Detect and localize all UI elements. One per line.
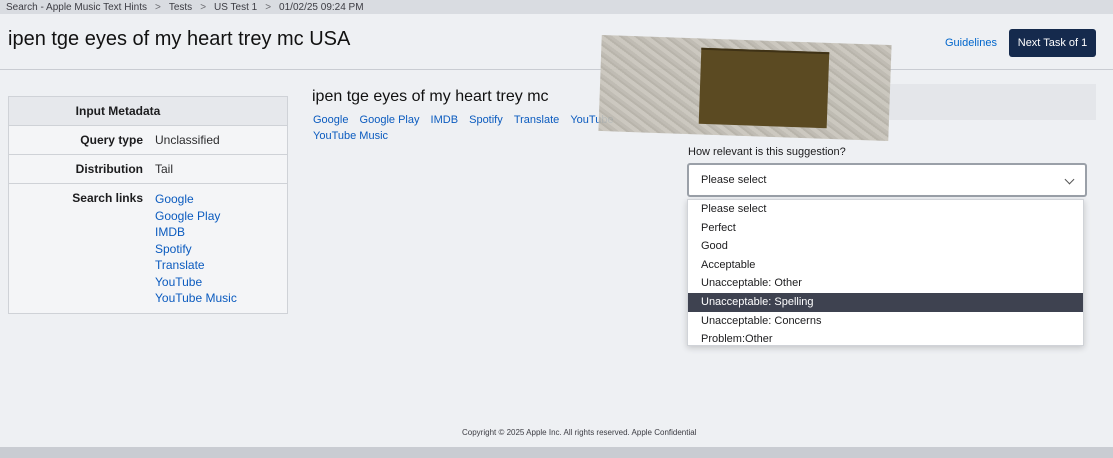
option-unacceptable-concerns[interactable]: Unacceptable: Concerns xyxy=(688,312,1083,331)
metadata-value: Unclassified xyxy=(155,133,220,147)
metadata-key: Search links xyxy=(72,191,143,205)
search-link-spotify[interactable]: Spotify xyxy=(155,241,237,258)
next-task-button[interactable]: Next Task of 1 xyxy=(1009,29,1096,57)
search-link-google-play[interactable]: Google Play xyxy=(155,208,237,225)
chevron-down-icon xyxy=(1064,174,1075,185)
input-metadata-table: Input Metadata Query type Unclassified D… xyxy=(8,96,288,314)
breadcrumb-separator-icon: > xyxy=(200,1,207,13)
query-link-spotify[interactable]: Spotify xyxy=(469,112,503,128)
search-link-imdb[interactable]: IMDB xyxy=(155,224,237,241)
search-link-youtube[interactable]: YouTube xyxy=(155,274,237,291)
breadcrumb-item-test[interactable]: US Test 1 xyxy=(214,2,257,13)
search-link-google[interactable]: Google xyxy=(155,191,237,208)
relevance-dropdown: Please select Perfect Good Acceptable Un… xyxy=(687,199,1084,346)
option-good[interactable]: Good xyxy=(688,237,1083,256)
dark-tape-redaction xyxy=(698,47,830,129)
breadcrumb-item-tests[interactable]: Tests xyxy=(169,2,192,13)
page-title: ipen tge eyes of my heart trey mc USA xyxy=(8,28,351,50)
metadata-heading: Input Metadata xyxy=(9,97,287,126)
breadcrumb-item-timestamp: 01/02/25 09:24 PM xyxy=(279,1,364,13)
relevance-select-value: Please select xyxy=(701,174,767,186)
query-link-google-play[interactable]: Google Play xyxy=(360,112,420,128)
guidelines-link[interactable]: Guidelines xyxy=(945,37,997,49)
query-link-imdb[interactable]: IMDB xyxy=(431,112,459,128)
option-perfect[interactable]: Perfect xyxy=(688,219,1083,238)
metadata-value: Tail xyxy=(155,162,174,176)
metadata-key: Distribution xyxy=(75,162,143,176)
option-please-select[interactable]: Please select xyxy=(688,200,1083,219)
breadcrumb-item-search[interactable]: Search - Apple Music Text Hints xyxy=(6,2,147,13)
option-unacceptable-other[interactable]: Unacceptable: Other xyxy=(688,274,1083,293)
breadcrumb-separator-icon: > xyxy=(265,1,272,13)
metadata-row-query-type: Query type Unclassified xyxy=(9,126,287,155)
metadata-key: Query type xyxy=(80,133,143,147)
option-unacceptable-spelling[interactable]: Unacceptable: Spelling xyxy=(688,292,1083,312)
query-title: ipen tge eyes of my heart trey mc xyxy=(312,88,549,105)
bottom-bar xyxy=(0,447,1113,458)
footer-copyright: Copyright © 2025 Apple Inc. All rights r… xyxy=(462,428,697,437)
query-link-google[interactable]: Google xyxy=(313,112,348,128)
query-link-translate[interactable]: Translate xyxy=(514,112,559,128)
breadcrumb: Search - Apple Music Text Hints > Tests … xyxy=(0,0,1113,14)
search-link-youtube-music[interactable]: YouTube Music xyxy=(155,290,237,307)
option-acceptable[interactable]: Acceptable xyxy=(688,256,1083,275)
search-link-translate[interactable]: Translate xyxy=(155,257,237,274)
metadata-row-distribution: Distribution Tail xyxy=(9,155,287,184)
metadata-row-search-links: Search links Google Google Play IMDB Spo… xyxy=(9,184,287,314)
breadcrumb-separator-icon: > xyxy=(155,1,161,13)
query-links: Google Google Play IMDB Spotify Translat… xyxy=(313,112,633,144)
relevance-question: How relevant is this suggestion? xyxy=(688,146,846,158)
relevance-select[interactable]: Please select xyxy=(687,163,1087,197)
header-divider xyxy=(0,69,1113,70)
query-link-youtube-music[interactable]: YouTube Music xyxy=(313,128,388,144)
search-links-list: Google Google Play IMDB Spotify Translat… xyxy=(155,191,237,307)
option-problem-other[interactable]: Problem:Other xyxy=(688,330,1083,349)
